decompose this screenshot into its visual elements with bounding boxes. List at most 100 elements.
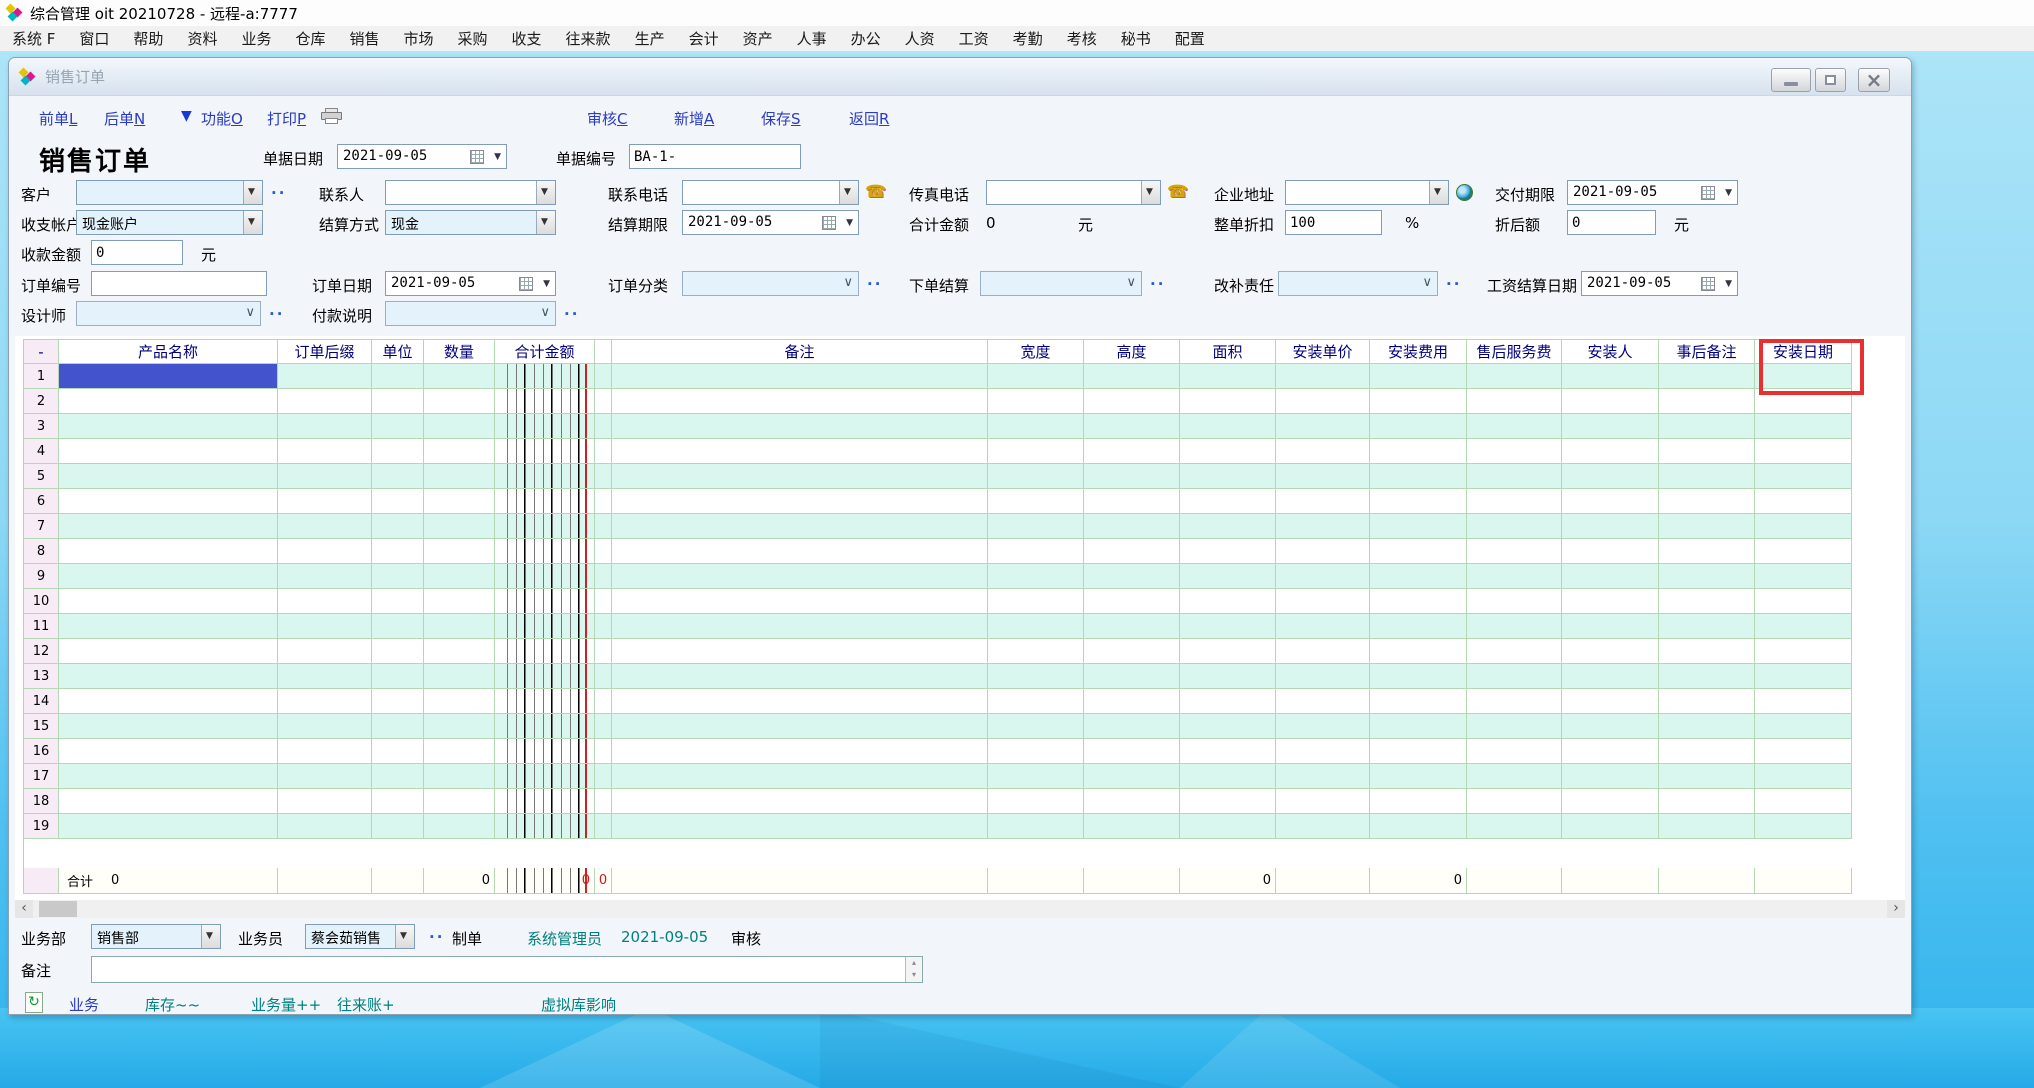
grid-cell[interactable] xyxy=(1084,739,1180,764)
grid-cell[interactable] xyxy=(372,564,424,589)
grid-cell[interactable] xyxy=(1467,789,1562,814)
grid-cell[interactable] xyxy=(595,814,612,839)
grid-cell[interactable] xyxy=(988,589,1084,614)
grid-cell[interactable] xyxy=(1562,714,1659,739)
grid-cell[interactable] xyxy=(1755,789,1852,814)
grid-cell[interactable] xyxy=(595,464,612,489)
grid-cell[interactable] xyxy=(612,439,988,464)
grid-cell[interactable] xyxy=(495,614,595,639)
order-settle-more-button[interactable]: .. xyxy=(1150,271,1165,289)
fax-phone-icon[interactable]: ☎ xyxy=(1167,182,1188,202)
grid-cell[interactable] xyxy=(1467,414,1562,439)
grid-cell[interactable] xyxy=(372,439,424,464)
grid-cell[interactable] xyxy=(1180,814,1276,839)
grid-cell[interactable] xyxy=(612,814,988,839)
grid-cell[interactable] xyxy=(612,489,988,514)
grid-cell[interactable] xyxy=(1562,489,1659,514)
grid-cell[interactable] xyxy=(1180,689,1276,714)
grid-cell[interactable] xyxy=(372,589,424,614)
grid-cell[interactable] xyxy=(1467,514,1562,539)
scrollbar-thumb[interactable] xyxy=(39,901,77,917)
grid-cell[interactable] xyxy=(59,439,278,464)
staff-select[interactable]: 蔡会茹销售 xyxy=(305,924,415,949)
menu-item[interactable]: 资料 xyxy=(187,28,217,49)
menu-item[interactable]: 市场 xyxy=(404,28,434,49)
grid-cell[interactable] xyxy=(612,789,988,814)
back-button[interactable]: 返回R xyxy=(849,108,889,129)
grid-cell[interactable] xyxy=(1659,814,1755,839)
grid-cell[interactable] xyxy=(612,689,988,714)
grid-cell[interactable] xyxy=(612,414,988,439)
fax-select[interactable] xyxy=(986,180,1161,205)
grid-cell[interactable] xyxy=(988,639,1084,664)
grid-row-number[interactable]: 5 xyxy=(24,464,59,489)
next-doc-button[interactable]: 后单N xyxy=(104,108,145,129)
grid-cell[interactable] xyxy=(1084,364,1180,389)
grid-cell[interactable] xyxy=(278,614,372,639)
grid-cell[interactable] xyxy=(59,764,278,789)
grid-cell[interactable] xyxy=(1084,489,1180,514)
grid-cell[interactable] xyxy=(612,464,988,489)
grid-cell[interactable] xyxy=(1659,414,1755,439)
grid-cell[interactable] xyxy=(1084,664,1180,689)
grid-cell[interactable] xyxy=(59,389,278,414)
grid-row-number[interactable]: 4 xyxy=(24,439,59,464)
grid-cell[interactable] xyxy=(1084,389,1180,414)
doc-date-field[interactable]: 2021-09-05 xyxy=(337,144,507,169)
grid-cell[interactable] xyxy=(612,539,988,564)
grid-cell[interactable] xyxy=(1370,664,1467,689)
grid-cell[interactable] xyxy=(1467,389,1562,414)
grid-cell[interactable] xyxy=(59,489,278,514)
grid-cell[interactable] xyxy=(988,464,1084,489)
grid-cell[interactable] xyxy=(1276,764,1370,789)
grid-cell[interactable] xyxy=(278,764,372,789)
dropdown-arrow-icon[interactable] xyxy=(536,211,555,234)
grid-cell[interactable] xyxy=(1562,689,1659,714)
grid-cell[interactable] xyxy=(988,664,1084,689)
scroll-right-button[interactable]: › xyxy=(1887,900,1905,918)
grid-cell[interactable] xyxy=(1755,739,1852,764)
grid-cell[interactable] xyxy=(1180,764,1276,789)
grid-row-number[interactable]: 1 xyxy=(24,364,59,389)
grid-cell[interactable] xyxy=(1276,714,1370,739)
grid-cell[interactable] xyxy=(595,364,612,389)
grid-cell[interactable] xyxy=(1755,514,1852,539)
grid-cell[interactable] xyxy=(988,489,1084,514)
discount-input[interactable] xyxy=(1285,210,1382,235)
grid-cell[interactable] xyxy=(1659,439,1755,464)
grid-cell[interactable] xyxy=(988,364,1084,389)
payment-note-select[interactable] xyxy=(385,301,556,326)
menu-item[interactable]: 采购 xyxy=(458,28,488,49)
grid-cell[interactable] xyxy=(1467,614,1562,639)
scroll-left-button[interactable]: ‹ xyxy=(15,900,33,918)
grid-cell[interactable] xyxy=(1084,639,1180,664)
grid-cell[interactable] xyxy=(1370,364,1467,389)
grid-cell[interactable] xyxy=(1659,589,1755,614)
grid-cell[interactable] xyxy=(278,464,372,489)
horizontal-scrollbar[interactable]: ‹ › xyxy=(15,900,1905,918)
menu-item[interactable]: 窗口 xyxy=(79,28,109,49)
grid-cell[interactable] xyxy=(278,564,372,589)
grid-cell[interactable] xyxy=(1562,414,1659,439)
grid-cell[interactable] xyxy=(372,739,424,764)
grid-cell[interactable] xyxy=(495,664,595,689)
grid-cell[interactable] xyxy=(612,589,988,614)
grid-cell[interactable] xyxy=(424,689,495,714)
grid-cell[interactable] xyxy=(1467,639,1562,664)
audit-button[interactable]: 审核C xyxy=(587,108,628,129)
grid-cell[interactable] xyxy=(1370,739,1467,764)
grid-cell[interactable] xyxy=(424,364,495,389)
grid-cell[interactable] xyxy=(1659,789,1755,814)
grid-cell[interactable] xyxy=(495,564,595,589)
grid-cell[interactable] xyxy=(1562,664,1659,689)
grid-cell[interactable] xyxy=(1370,639,1467,664)
dropdown-arrow-icon[interactable] xyxy=(243,211,262,234)
grid-row-number[interactable]: 15 xyxy=(24,714,59,739)
grid-cell[interactable] xyxy=(424,539,495,564)
grid-cell[interactable] xyxy=(495,364,595,389)
grid-cell[interactable] xyxy=(424,814,495,839)
grid-cell[interactable] xyxy=(59,614,278,639)
grid-cell[interactable] xyxy=(59,414,278,439)
grid-cell[interactable] xyxy=(495,389,595,414)
grid-cell[interactable] xyxy=(1659,714,1755,739)
